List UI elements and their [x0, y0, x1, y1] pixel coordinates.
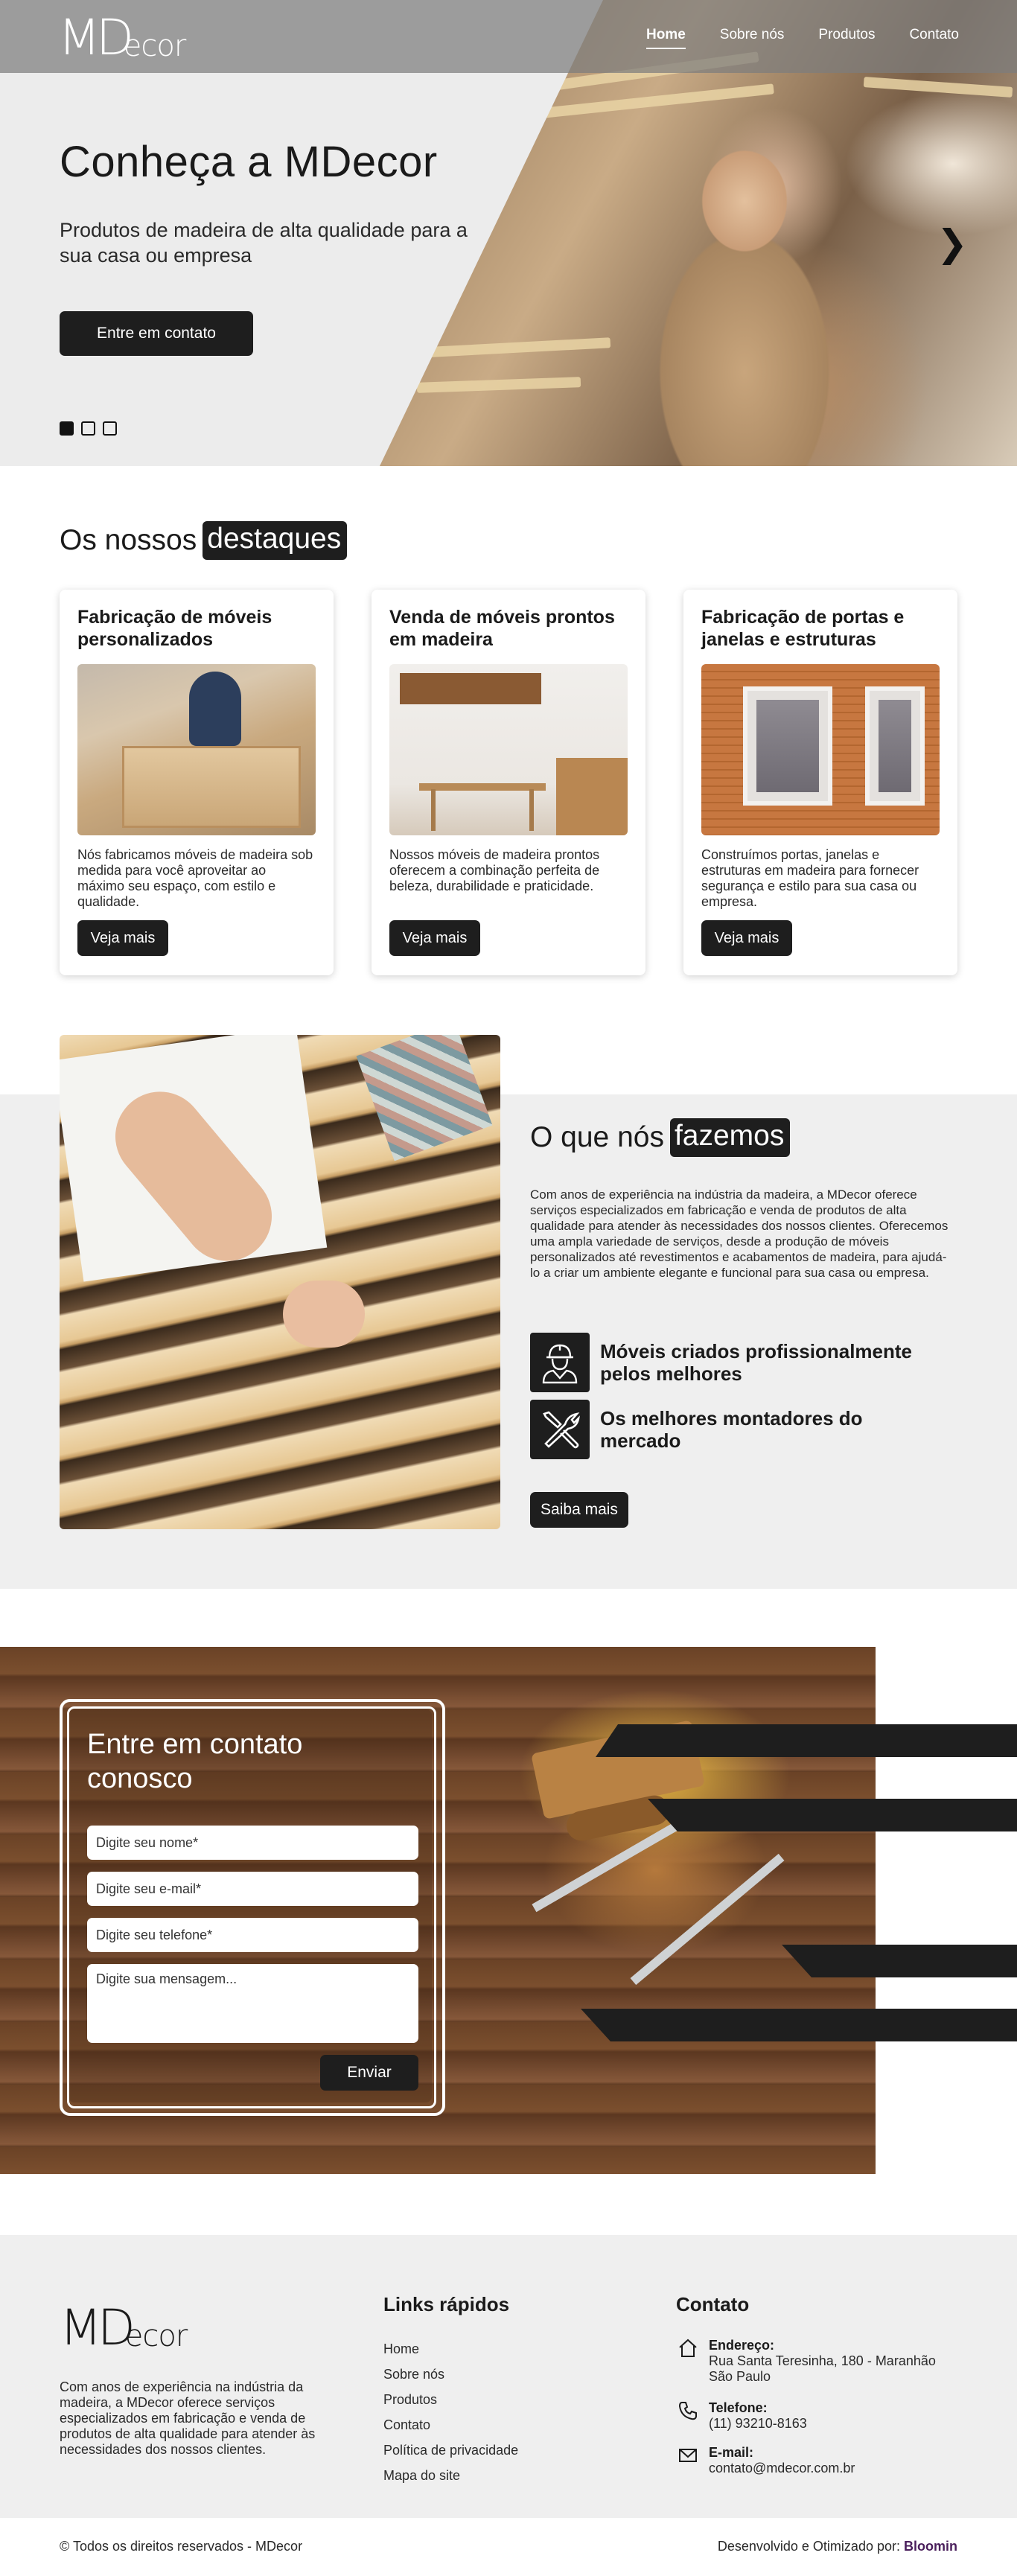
address-item: Endereço: Rua Santa Teresinha, 180 - Mar…	[676, 2338, 962, 2385]
card-title: Fabricação de móveis personalizados	[77, 607, 272, 650]
address-label: Endereço:	[709, 2338, 775, 2353]
footer-link-home[interactable]: Home	[383, 2336, 518, 2362]
developer-link[interactable]: Bloomin	[904, 2539, 957, 2554]
phone-label: Telefone:	[709, 2400, 768, 2415]
card-text: Nossos móveis de madeira prontos oferece…	[389, 847, 600, 893]
footer-link-sitemap[interactable]: Mapa do site	[383, 2463, 518, 2488]
feature-text: Móveis criados profissionalmente pelos m…	[600, 1340, 913, 1385]
woodwork-photo	[60, 1035, 500, 1529]
email-value[interactable]: contato@mdecor.com.br	[709, 2461, 962, 2476]
slider-dots	[60, 421, 117, 436]
nav-home[interactable]: Home	[645, 27, 686, 49]
mail-icon	[676, 2445, 700, 2469]
feature-item: Móveis criados profissionalmente pelos m…	[530, 1333, 928, 1392]
copyright: © Todos os direitos reservados - MDecor	[60, 2539, 303, 2554]
email-item: E-mail: contato@mdecor.com.br	[676, 2445, 962, 2476]
phone-value[interactable]: (11) 93210-8163	[709, 2416, 962, 2432]
card-see-more-button[interactable]: Veja mais	[701, 920, 792, 956]
quick-links: Home Sobre nós Produtos Contato Política…	[383, 2336, 518, 2488]
feature-text: Os melhores montadores do mercado	[600, 1407, 863, 1452]
highlight-cards: Fabricação de móveis personalizados Nós …	[60, 590, 957, 975]
email-input[interactable]	[87, 1872, 418, 1906]
hero-subtitle: Produtos de madeira de alta qualidade pa…	[60, 219, 468, 267]
highlights-title: Os nossos destaques	[60, 521, 348, 560]
what-we-do-title: O que nós fazemos	[530, 1118, 791, 1157]
card-see-more-button[interactable]: Veja mais	[77, 920, 168, 956]
card-image-ready-furniture	[389, 664, 628, 835]
nav-about[interactable]: Sobre nós	[720, 27, 785, 49]
learn-more-button[interactable]: Saiba mais	[530, 1492, 628, 1528]
send-button[interactable]: Enviar	[320, 2055, 418, 2091]
footer-description: Com anos de experiência na indústria da …	[60, 2379, 316, 2457]
phone-item: Telefone: (11) 93210-8163	[676, 2400, 962, 2432]
address-value: Rua Santa Teresinha, 180 - Maranhão São …	[709, 2353, 936, 2384]
main-nav: Home Sobre nós Produtos Contato	[645, 27, 959, 49]
email-label: E-mail:	[709, 2445, 754, 2460]
highlight-card: Fabricação de móveis personalizados Nós …	[60, 590, 334, 975]
slider-dot-3[interactable]	[103, 421, 117, 436]
highlight-card: Fabricação de portas e janelas e estrutu…	[683, 590, 957, 975]
message-textarea[interactable]	[87, 1964, 418, 2043]
card-image-custom-furniture	[77, 664, 316, 835]
card-see-more-button[interactable]: Veja mais	[389, 920, 480, 956]
hero-title: Conheça a MDecor	[60, 138, 438, 186]
phone-input[interactable]	[87, 1918, 418, 1952]
card-title: Fabricação de portas e janelas e estrutu…	[701, 607, 905, 650]
quick-links-title: Links rápidos	[383, 2293, 510, 2315]
slider-dot-1[interactable]	[60, 421, 74, 436]
site-logo[interactable]: MD ecor	[58, 10, 186, 63]
contact-title: Contato	[676, 2293, 750, 2315]
footer-link-about[interactable]: Sobre nós	[383, 2362, 518, 2387]
card-text: Nós fabricamos móveis de madeira sob med…	[77, 847, 313, 909]
card-image-doors-windows	[701, 664, 940, 835]
highlight-card: Venda de móveis prontos em madeira Nosso…	[372, 590, 645, 975]
slider-dot-2[interactable]	[81, 421, 95, 436]
decorative-stripes	[581, 1724, 1017, 2041]
footer-link-contact[interactable]: Contato	[383, 2412, 518, 2438]
home-icon	[676, 2338, 700, 2362]
footer-link-privacy[interactable]: Política de privacidade	[383, 2438, 518, 2463]
contact-form-title: Entre em contato conosco	[87, 1729, 303, 1794]
nav-products[interactable]: Produtos	[818, 27, 875, 49]
hero-section: MD ecor Home Sobre nós Produtos Contato C…	[0, 0, 1017, 466]
card-title: Venda de móveis prontos em madeira	[389, 607, 615, 650]
hero-contact-button[interactable]: Entre em contato	[60, 311, 253, 356]
worker-icon	[530, 1333, 590, 1392]
what-we-do-description: Com anos de experiência na indústria da …	[530, 1187, 949, 1280]
tools-icon	[530, 1400, 590, 1459]
footer-link-products[interactable]: Produtos	[383, 2387, 518, 2412]
nav-contact[interactable]: Contato	[909, 27, 959, 49]
card-text: Construímos portas, janelas e estruturas…	[701, 847, 919, 909]
feature-item: Os melhores montadores do mercado	[530, 1400, 928, 1459]
footer-logo[interactable]: MD ecor	[60, 2304, 188, 2353]
developer-credit: Desenvolvido e Otimizado por: Bloomin	[717, 2539, 957, 2554]
top-navigation-bar: MD ecor Home Sobre nós Produtos Contato	[0, 0, 1017, 73]
phone-icon	[676, 2400, 700, 2424]
chevron-right-icon[interactable]: ❯	[937, 225, 968, 262]
name-input[interactable]	[87, 1826, 418, 1860]
